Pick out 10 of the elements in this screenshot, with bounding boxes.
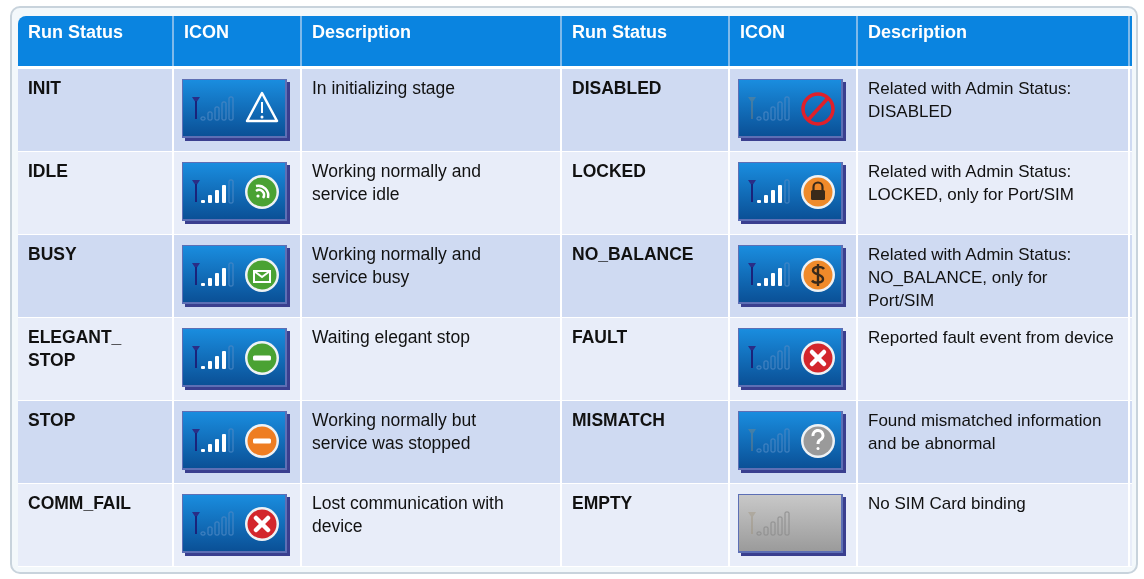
description-cell: No SIM Card binding (858, 484, 1130, 566)
description-cell: Lost communication with device (302, 484, 562, 566)
status-cell: EMPTY (562, 484, 730, 566)
status-cell: COMM_FAIL (18, 484, 174, 566)
column-header: ICON (174, 16, 302, 66)
column-header: ICON (730, 16, 858, 66)
column-header: Description (302, 16, 562, 66)
column-header: Run Status (18, 16, 174, 66)
column-header: Description (858, 16, 1130, 66)
column-header: Run Status (562, 16, 730, 66)
